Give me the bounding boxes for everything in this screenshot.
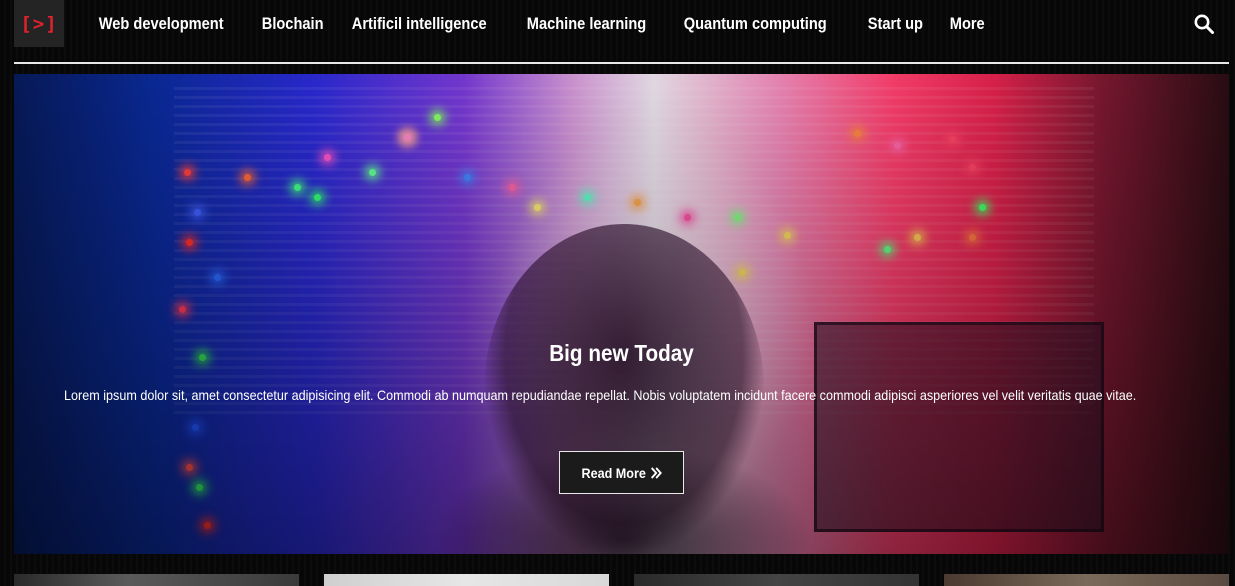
logo-text: [>] [20, 12, 58, 35]
article-card-thumbnail[interactable] [944, 574, 1229, 586]
site-logo[interactable]: [>] [14, 0, 64, 47]
nav-item-machine-learning[interactable]: Machine learning [513, 14, 660, 34]
article-card-thumbnail[interactable] [634, 574, 919, 586]
double-chevron-right-icon [650, 466, 662, 479]
nav-item-web-development[interactable]: Web development [85, 14, 237, 34]
nav-menu: Web development Blochain Artificil intel… [85, 0, 995, 47]
hero-description: Lorem ipsum dolor sit, amet consectetur … [64, 387, 1137, 403]
hero-banner: Big new Today Lorem ipsum dolor sit, ame… [14, 74, 1229, 554]
search-icon [1194, 14, 1214, 34]
read-more-label: Read More [581, 464, 646, 481]
nav-item-quantum-computing[interactable]: Quantum computing [670, 14, 840, 34]
search-button[interactable] [1193, 13, 1215, 35]
article-cards-row [14, 574, 1229, 586]
nav-item-artificial-intelligence[interactable]: Artificil intelligence [338, 14, 500, 34]
nav-item-more[interactable]: More [936, 14, 998, 34]
article-card-thumbnail[interactable] [14, 574, 299, 586]
nav-item-blockchain[interactable]: Blochain [248, 14, 337, 34]
top-navbar: [>] Web development Blochain Artificil i… [0, 0, 1235, 48]
read-more-button[interactable]: Read More [559, 451, 684, 494]
hero-title: Big new Today [549, 340, 694, 366]
nav-item-start-up[interactable]: Start up [854, 14, 937, 34]
article-card-thumbnail[interactable] [324, 574, 609, 586]
nav-divider [14, 62, 1229, 64]
